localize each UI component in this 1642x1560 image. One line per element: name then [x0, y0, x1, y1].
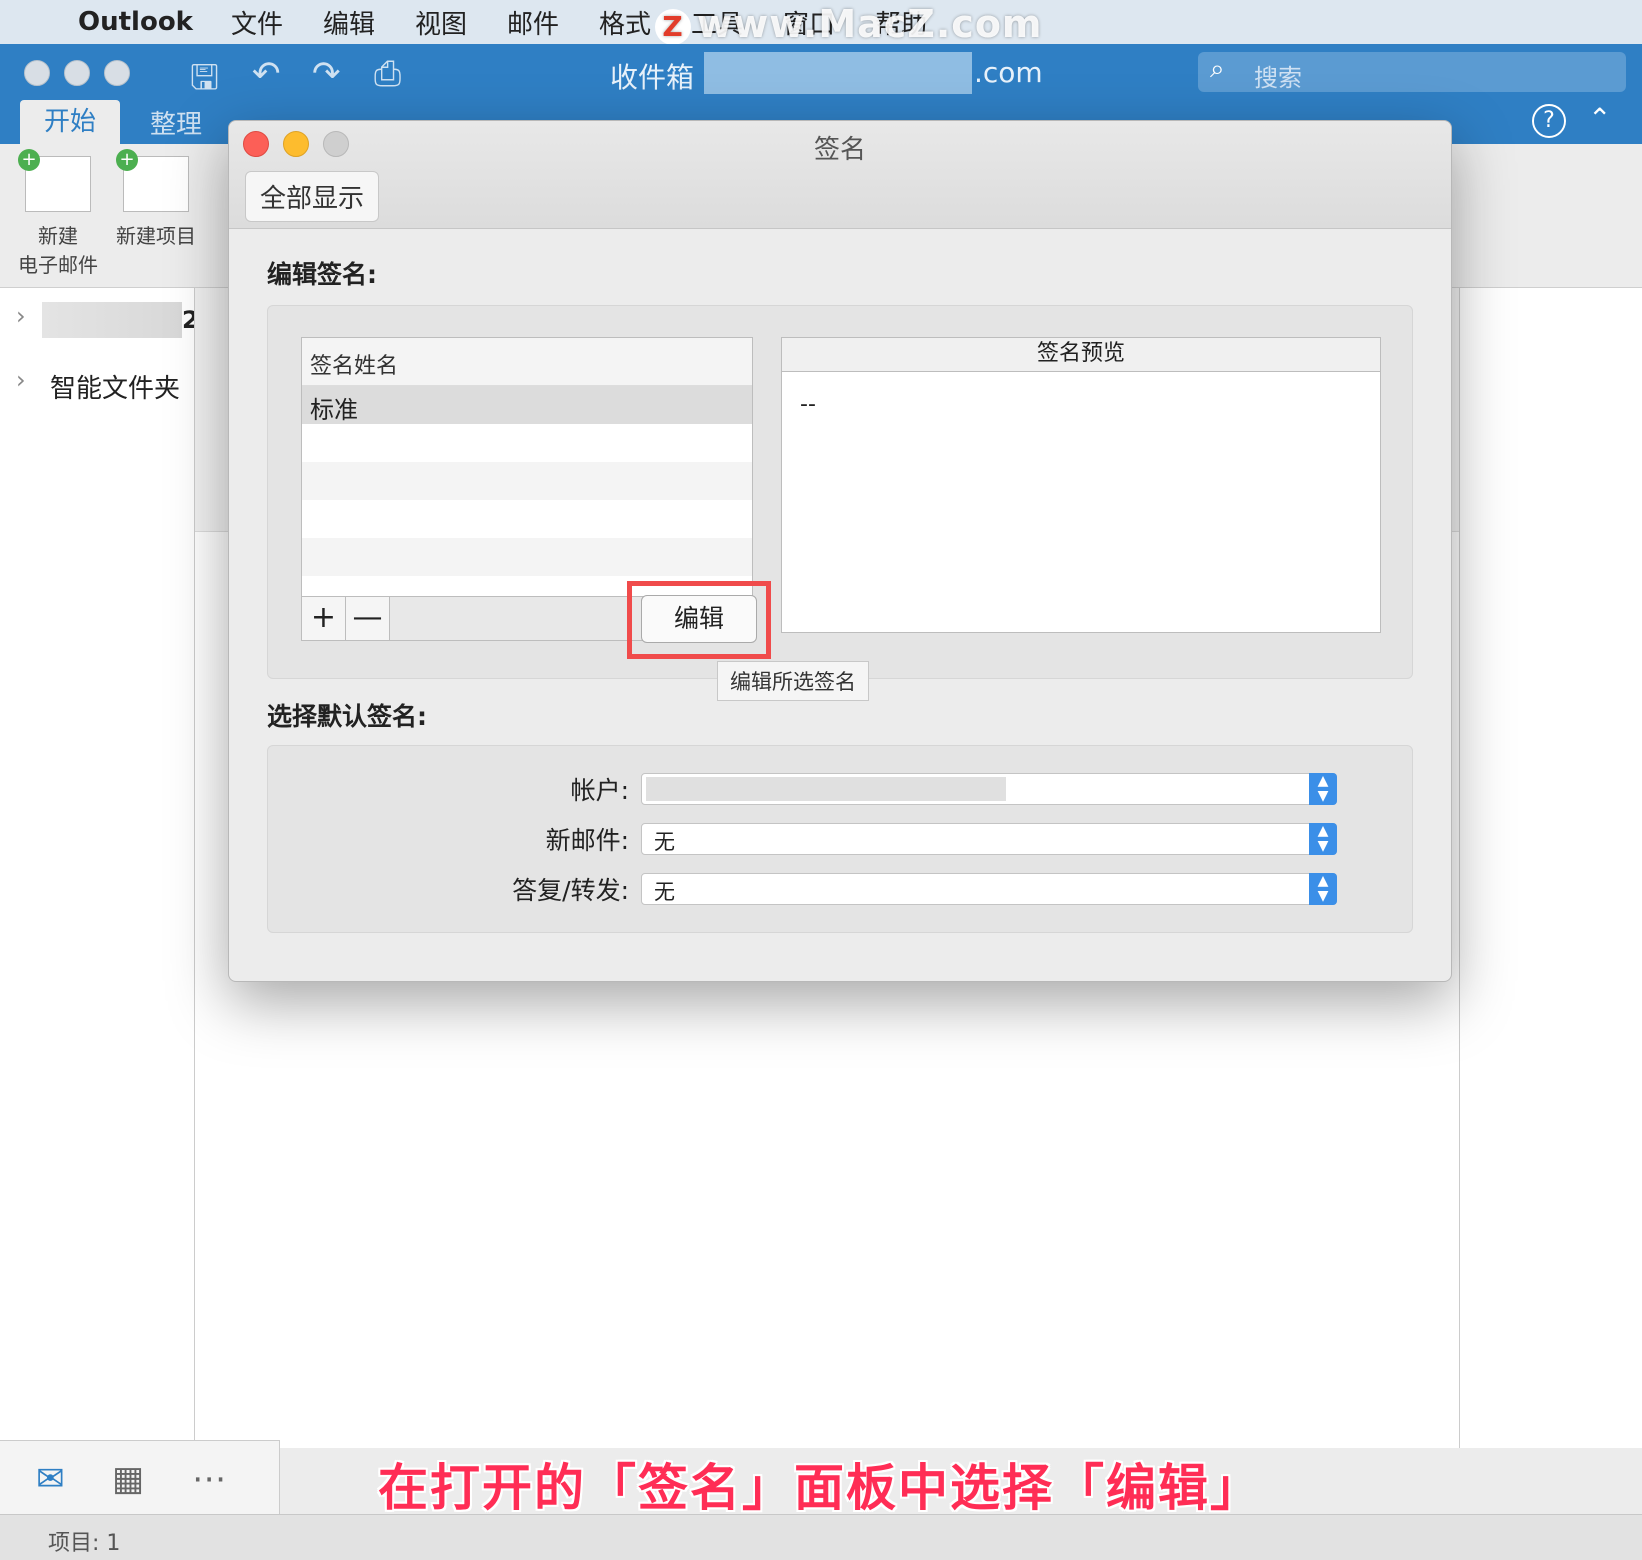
- more-icon[interactable]: ⋯: [192, 1459, 226, 1499]
- new-mail-select[interactable]: 无 ▲ ▼: [641, 823, 1337, 855]
- reading-pane: [1460, 288, 1642, 1448]
- edit-signature-heading: 编辑签名:: [267, 260, 377, 289]
- add-signature-button[interactable]: +: [302, 597, 346, 640]
- window-zoom-button[interactable]: [104, 60, 130, 86]
- help-icon[interactable]: ?: [1532, 104, 1566, 138]
- new-item-button[interactable]: + 新建项目: [116, 149, 196, 249]
- reply-forward-value: 无: [654, 880, 675, 904]
- menu-format[interactable]: 格式: [599, 4, 651, 41]
- chevron-right-icon[interactable]: ›: [16, 302, 26, 330]
- signature-row[interactable]: 标准: [302, 386, 752, 424]
- account-value-redacted: [646, 777, 1006, 801]
- edit-tooltip: 编辑所选签名: [717, 661, 869, 701]
- reply-forward-select[interactable]: 无 ▲ ▼: [641, 873, 1337, 905]
- dialog-title: 签名: [813, 135, 866, 165]
- macz-logo-icon: Z: [655, 8, 691, 45]
- signature-preview-header: 签名预览: [782, 338, 1380, 372]
- redo-icon[interactable]: ↷: [312, 54, 341, 94]
- new-email-label-1: 新建: [38, 224, 78, 248]
- edit-signature-button[interactable]: 编辑: [641, 595, 757, 643]
- folder-pane: › 2 › 智能文件夹: [0, 288, 199, 1440]
- new-mail-label: 新邮件:: [545, 826, 629, 855]
- menu-view[interactable]: 视图: [415, 4, 467, 41]
- menu-app-name[interactable]: Outlook: [78, 7, 193, 37]
- search-input[interactable]: ⌕ 搜索: [1198, 52, 1626, 92]
- new-item-icon: +: [116, 149, 189, 212]
- select-arrow-icon: ▲ ▼: [1309, 873, 1337, 905]
- signature-list[interactable]: 签名姓名 标准: [301, 337, 753, 597]
- window-minimize-button[interactable]: [64, 60, 90, 86]
- search-icon: ⌕: [1210, 54, 1225, 84]
- menu-edit[interactable]: 编辑: [323, 4, 375, 41]
- new-email-label-2: 电子邮件: [18, 253, 98, 277]
- tutorial-caption: 在打开的「签名」面板中选择「编辑」: [378, 1459, 1262, 1517]
- window-close-button[interactable]: [24, 60, 50, 86]
- tab-organize[interactable]: 整理: [150, 104, 202, 141]
- signature-list-header: 签名姓名: [302, 338, 752, 386]
- window-title: 收件箱 •: [610, 61, 720, 94]
- show-all-button[interactable]: 全部显示: [245, 171, 380, 222]
- print-icon[interactable]: ⎙: [374, 54, 401, 94]
- undo-icon[interactable]: ↶: [252, 54, 281, 94]
- chevron-right-icon[interactable]: ›: [16, 366, 26, 394]
- save-icon[interactable]: 🖫: [190, 54, 219, 111]
- calendar-icon[interactable]: ▦: [112, 1459, 144, 1499]
- menu-mail[interactable]: 邮件: [507, 4, 559, 41]
- account-redacted: [704, 52, 972, 94]
- watermark-text: www.MacZ.com: [697, 2, 1043, 46]
- tab-home[interactable]: 开始: [20, 100, 120, 144]
- account-folder-redacted[interactable]: [42, 302, 182, 338]
- select-arrow-icon: ▲ ▼: [1309, 823, 1337, 855]
- select-arrow-icon: ▲ ▼: [1309, 773, 1337, 805]
- search-placeholder: 搜索: [1254, 64, 1302, 92]
- mail-icon[interactable]: ✉: [36, 1459, 65, 1499]
- account-select[interactable]: ▲ ▼: [641, 773, 1337, 805]
- remove-signature-button[interactable]: —: [346, 597, 390, 640]
- account-label: 帐户:: [570, 776, 629, 805]
- menu-file[interactable]: 文件: [231, 4, 283, 41]
- module-switcher: ✉ ▦ ⋯: [0, 1440, 280, 1514]
- signature-preview-text: --: [800, 392, 816, 417]
- new-item-label: 新建项目: [116, 224, 196, 248]
- watermark: Zwww.MacZ.com: [655, 2, 1043, 46]
- status-bar: 项目: 1: [0, 1514, 1642, 1560]
- item-count: 项目: 1: [48, 1531, 121, 1556]
- default-signature-heading: 选择默认签名:: [267, 702, 427, 731]
- new-email-icon: +: [18, 149, 91, 212]
- window-title-suffix: .com: [974, 56, 1043, 89]
- reply-forward-label: 答复/转发:: [512, 876, 629, 905]
- signature-preview: 签名预览 --: [781, 337, 1381, 633]
- smart-folders[interactable]: 智能文件夹: [50, 368, 180, 405]
- signatures-dialog: 签名 全部显示 编辑签名: 签名姓名 标准 + — 编辑 编辑所选签名 签名预览…: [228, 120, 1452, 982]
- collapse-ribbon-icon[interactable]: ⌃: [1588, 102, 1611, 135]
- new-mail-value: 无: [654, 830, 675, 854]
- dialog-toolbar: 签名 全部显示: [229, 121, 1451, 229]
- new-email-button[interactable]: + 新建 电子邮件: [18, 149, 98, 278]
